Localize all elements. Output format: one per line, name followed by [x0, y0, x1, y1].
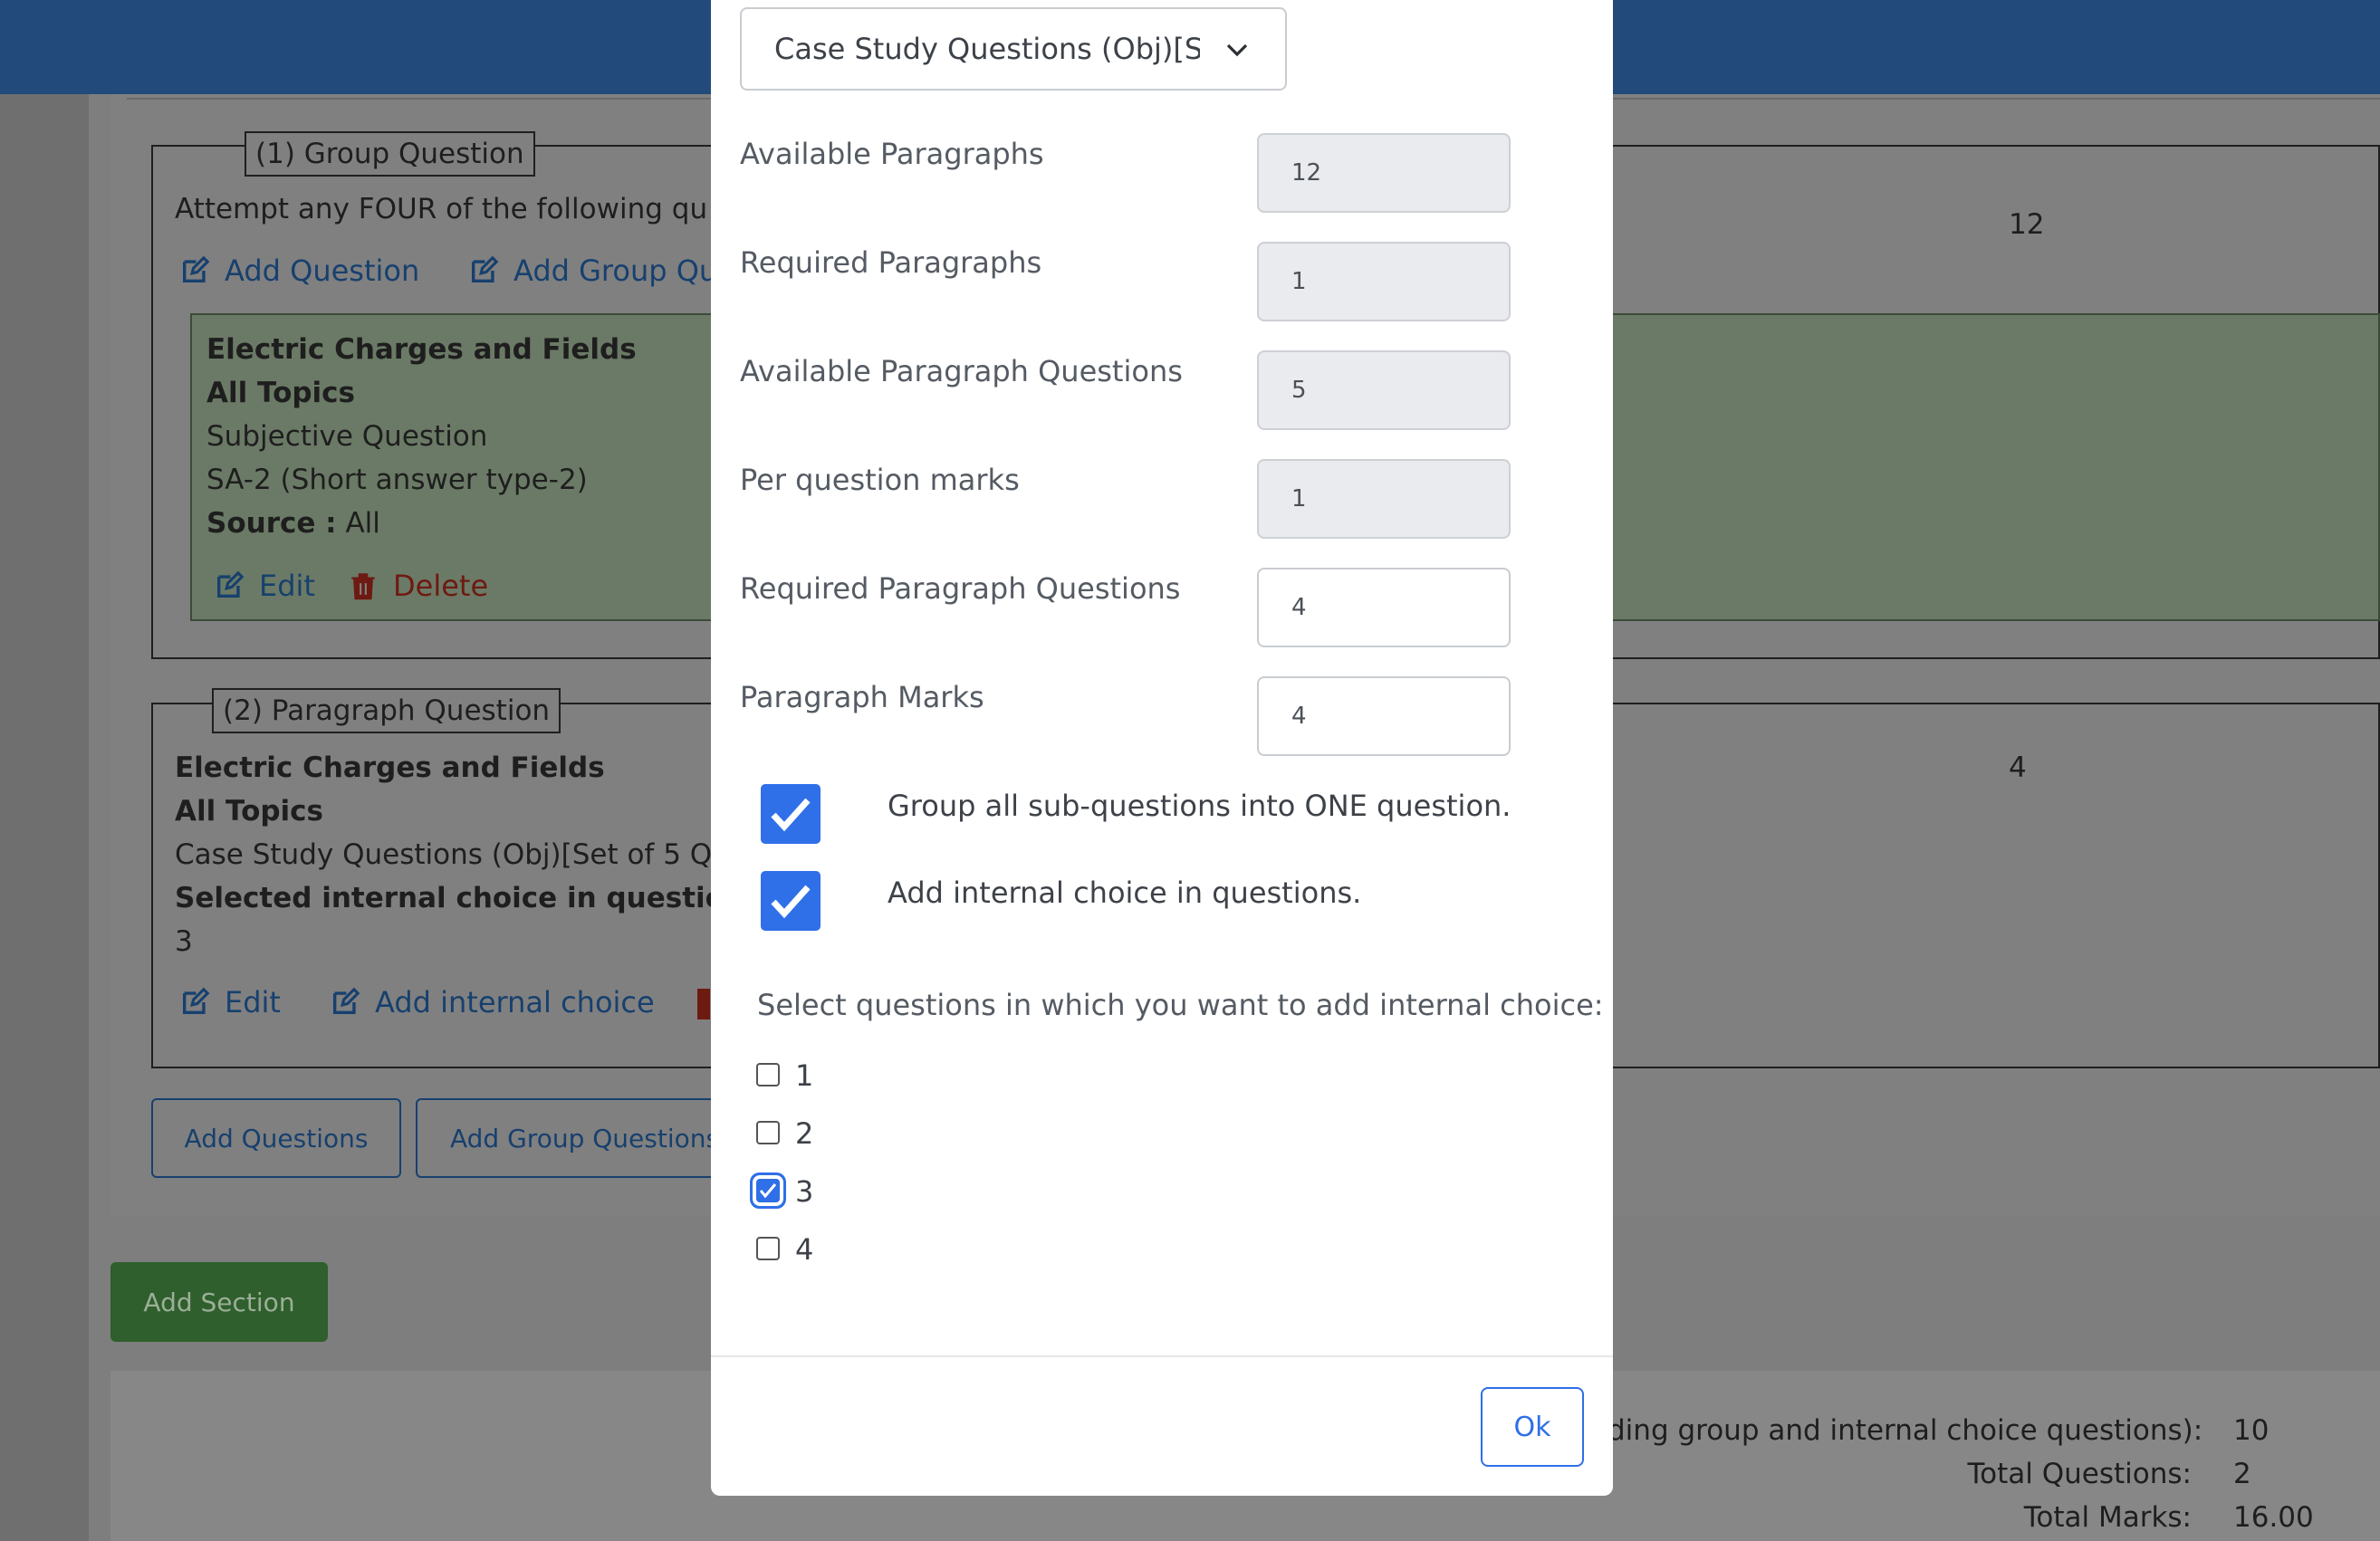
question-type-select-value: Case Study Questions (Obj)[S — [774, 32, 1200, 66]
trash-icon — [351, 573, 375, 600]
edit-icon — [471, 255, 499, 283]
summary-total-marks-value: 16.00 — [2233, 1501, 2314, 1534]
paragraph-topics: All Topics — [175, 795, 324, 828]
paragraph-marks-input[interactable]: 4 — [1257, 676, 1511, 756]
question-option-2-label: 2 — [795, 1116, 814, 1151]
summary-row1-value: 10 — [2233, 1414, 2270, 1447]
question-option-4-label: 4 — [795, 1232, 814, 1267]
add-question-link[interactable]: Add Question — [179, 254, 419, 288]
summary-total-questions-value: 2 — [2233, 1458, 2251, 1490]
modal-footer-divider — [711, 1355, 1613, 1357]
internal-choice-label: Add internal choice in questions. — [888, 876, 1362, 910]
add-section-button[interactable]: Add Section — [110, 1262, 328, 1342]
summary-total-questions-label: Total Questions: — [1967, 1458, 2192, 1490]
question-option-1-checkbox[interactable] — [756, 1063, 780, 1086]
available-paragraphs-field: 12 — [1257, 133, 1511, 213]
available-paragraph-questions-field: 5 — [1257, 350, 1511, 430]
per-question-marks-label: Per question marks — [740, 463, 1020, 497]
add-question-label: Add Question — [225, 254, 420, 288]
checkmark-icon — [771, 798, 811, 832]
add-internal-choice-label: Add internal choice — [375, 985, 655, 1019]
checkmark-icon — [771, 885, 811, 919]
paragraph-marks-label: Paragraph Marks — [740, 680, 984, 714]
group-question-marks: 12 — [2009, 208, 2045, 241]
card-delete-label: Delete — [393, 569, 489, 603]
question-option-4-checkbox[interactable] — [756, 1237, 780, 1260]
summary-row1-label: ding group and internal choice questions… — [1607, 1414, 2203, 1447]
card-question-subtype: SA-2 (Short answer type-2) — [206, 464, 588, 496]
selected-internal-choice-value: 3 — [175, 925, 193, 958]
required-paragraphs-label: Required Paragraphs — [740, 245, 1042, 280]
card-delete-link[interactable]: Delete — [348, 569, 488, 603]
paragraph-question-type: Case Study Questions (Obj)[Set of 5 Q — [175, 838, 713, 871]
edit-icon — [182, 987, 210, 1015]
required-paragraph-questions-label: Required Paragraph Questions — [740, 571, 1181, 606]
paragraph-question-legend: (2) Paragraph Question — [212, 688, 561, 733]
add-internal-choice-link[interactable]: Add internal choice — [330, 985, 655, 1019]
group-all-checkbox[interactable] — [761, 784, 821, 844]
checkmark-icon — [759, 1183, 777, 1199]
required-paragraphs-field: 1 — [1257, 242, 1511, 321]
summary-total-marks-label: Total Marks: — [2023, 1501, 2192, 1534]
edit-icon — [216, 570, 245, 598]
question-type-select[interactable]: Case Study Questions (Obj)[S — [740, 7, 1287, 91]
question-option-3-label: 3 — [795, 1174, 814, 1209]
add-questions-button[interactable]: Add Questions — [151, 1098, 401, 1178]
left-sidebar-strip — [0, 94, 89, 1541]
required-paragraph-questions-input[interactable]: 4 — [1257, 568, 1511, 647]
group-all-label: Group all sub-questions into ONE questio… — [888, 789, 1511, 823]
question-option-2-checkbox[interactable] — [756, 1121, 780, 1144]
paragraph-question-marks: 4 — [2009, 751, 2027, 784]
paragraph-edit-label: Edit — [225, 985, 281, 1019]
group-question-legend: (1) Group Question — [245, 131, 535, 177]
internal-choice-checkbox[interactable] — [761, 871, 821, 931]
group-question-instruction: Attempt any FOUR of the following qu — [175, 193, 708, 225]
available-paragraphs-label: Available Paragraphs — [740, 137, 1044, 171]
selected-internal-choice-label: Selected internal choice in questions: — [175, 882, 773, 914]
card-chapter: Electric Charges and Fields — [206, 333, 637, 366]
card-question-type: Subjective Question — [206, 420, 488, 453]
card-topics: All Topics — [206, 377, 356, 409]
ok-button[interactable]: Ok — [1481, 1387, 1584, 1467]
edit-icon — [332, 987, 360, 1015]
select-questions-prompt: Select questions in which you want to ad… — [757, 988, 1604, 1022]
card-source-label: Source : — [206, 507, 337, 540]
question-option-3-checkbox[interactable] — [756, 1179, 780, 1202]
available-paragraph-questions-label: Available Paragraph Questions — [740, 354, 1183, 388]
card-edit-link[interactable]: Edit — [214, 569, 315, 603]
chevron-down-icon — [1226, 43, 1248, 57]
add-group-questions-button[interactable]: Add Group Questions — [416, 1098, 724, 1178]
add-group-question-link[interactable]: Add Group Qu — [468, 254, 717, 288]
trash-icon[interactable] — [697, 989, 710, 1019]
paragraph-edit-link[interactable]: Edit — [179, 985, 281, 1019]
card-source-value: All — [345, 507, 380, 540]
question-option-1-label: 1 — [795, 1058, 814, 1093]
per-question-marks-field: 1 — [1257, 459, 1511, 539]
add-group-question-label: Add Group Qu — [513, 254, 718, 288]
paragraph-chapter: Electric Charges and Fields — [175, 751, 605, 784]
card-source: Source : All — [206, 502, 380, 545]
edit-icon — [182, 255, 210, 283]
card-edit-label: Edit — [259, 569, 315, 603]
